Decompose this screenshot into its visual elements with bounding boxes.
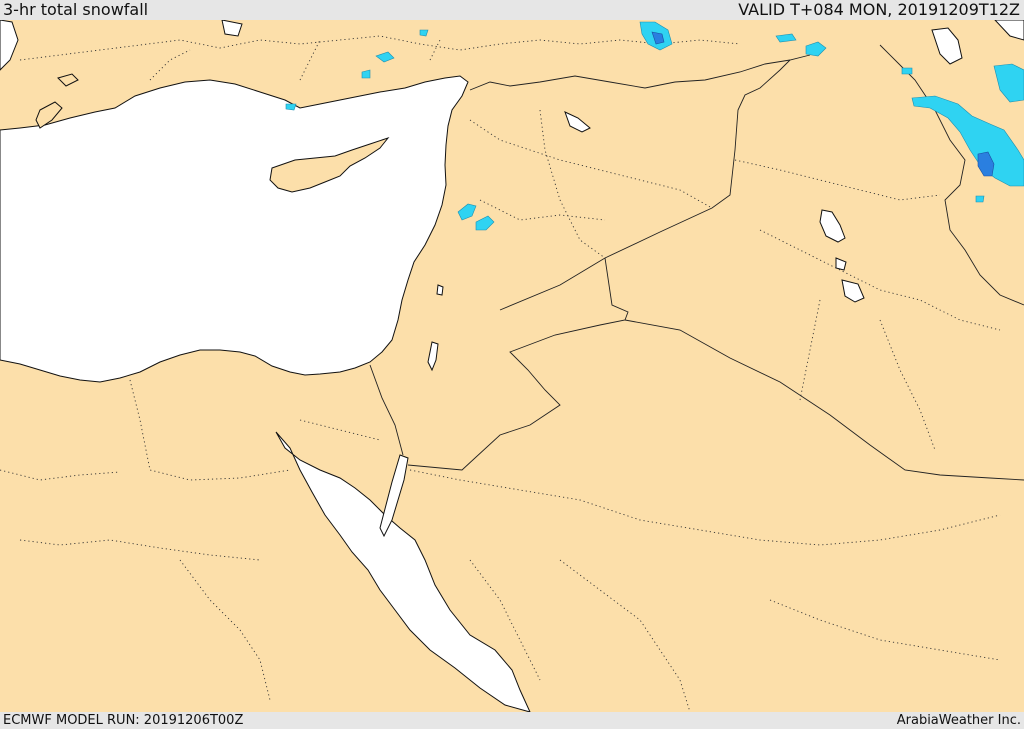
footer-bar: ECMWF MODEL RUN: 20191206T00Z ArabiaWeat… <box>0 712 1024 729</box>
snow-iran-small <box>975 195 985 203</box>
snow-turkey-3 <box>285 103 297 111</box>
product-title: 3-hr total snowfall <box>3 0 149 19</box>
header-bar: 3-hr total snowfall VALID T+084 MON, 201… <box>0 0 1024 20</box>
snow-iran-small-2 <box>901 67 913 75</box>
valid-time-label: VALID T+084 MON, 20191209T12Z <box>738 0 1020 19</box>
sea-of-galilee <box>436 284 444 296</box>
weather-map <box>0 20 1024 712</box>
map-canvas <box>0 20 1024 712</box>
credit-label: ArabiaWeather Inc. <box>896 713 1021 728</box>
model-run-label: ECMWF MODEL RUN: 20191206T00Z <box>3 713 244 728</box>
